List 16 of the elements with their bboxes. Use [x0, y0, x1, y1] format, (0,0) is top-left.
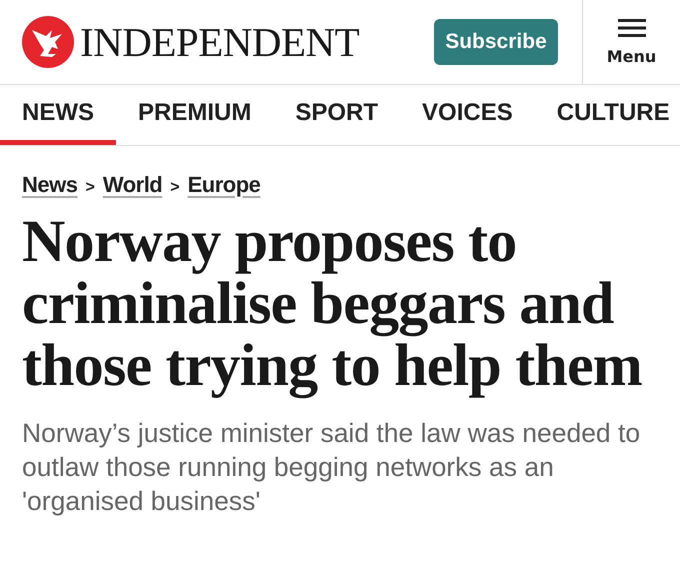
breadcrumb-separator: > [85, 179, 95, 197]
nav-tab[interactable]: VOICES [400, 85, 535, 145]
menu-button[interactable]: Menu [582, 0, 680, 84]
breadcrumb-link[interactable]: News [22, 172, 78, 198]
nav-tab[interactable]: PREMIUM [116, 85, 274, 145]
breadcrumb-link[interactable]: World [102, 172, 162, 198]
nav-tab[interactable]: NEWS [0, 85, 116, 145]
nav-tab[interactable]: SPORT [273, 85, 400, 145]
article-headline: Norway proposes to criminalise beggars and those trying to help them [22, 210, 643, 396]
breadcrumb-separator: > [170, 179, 180, 197]
breadcrumb-link[interactable]: Europe [188, 172, 260, 198]
subscribe-button[interactable]: Subscribe [434, 19, 558, 65]
site-wordmark[interactable]: INDEPENDENT [80, 18, 360, 66]
article-standfirst: Norway’s justice minister said the law was needed to outlaw those running begging networks as an 'organised business' [22, 417, 642, 518]
menu-icon [618, 18, 646, 36]
nav-tab[interactable]: CULTURE [534, 85, 680, 145]
